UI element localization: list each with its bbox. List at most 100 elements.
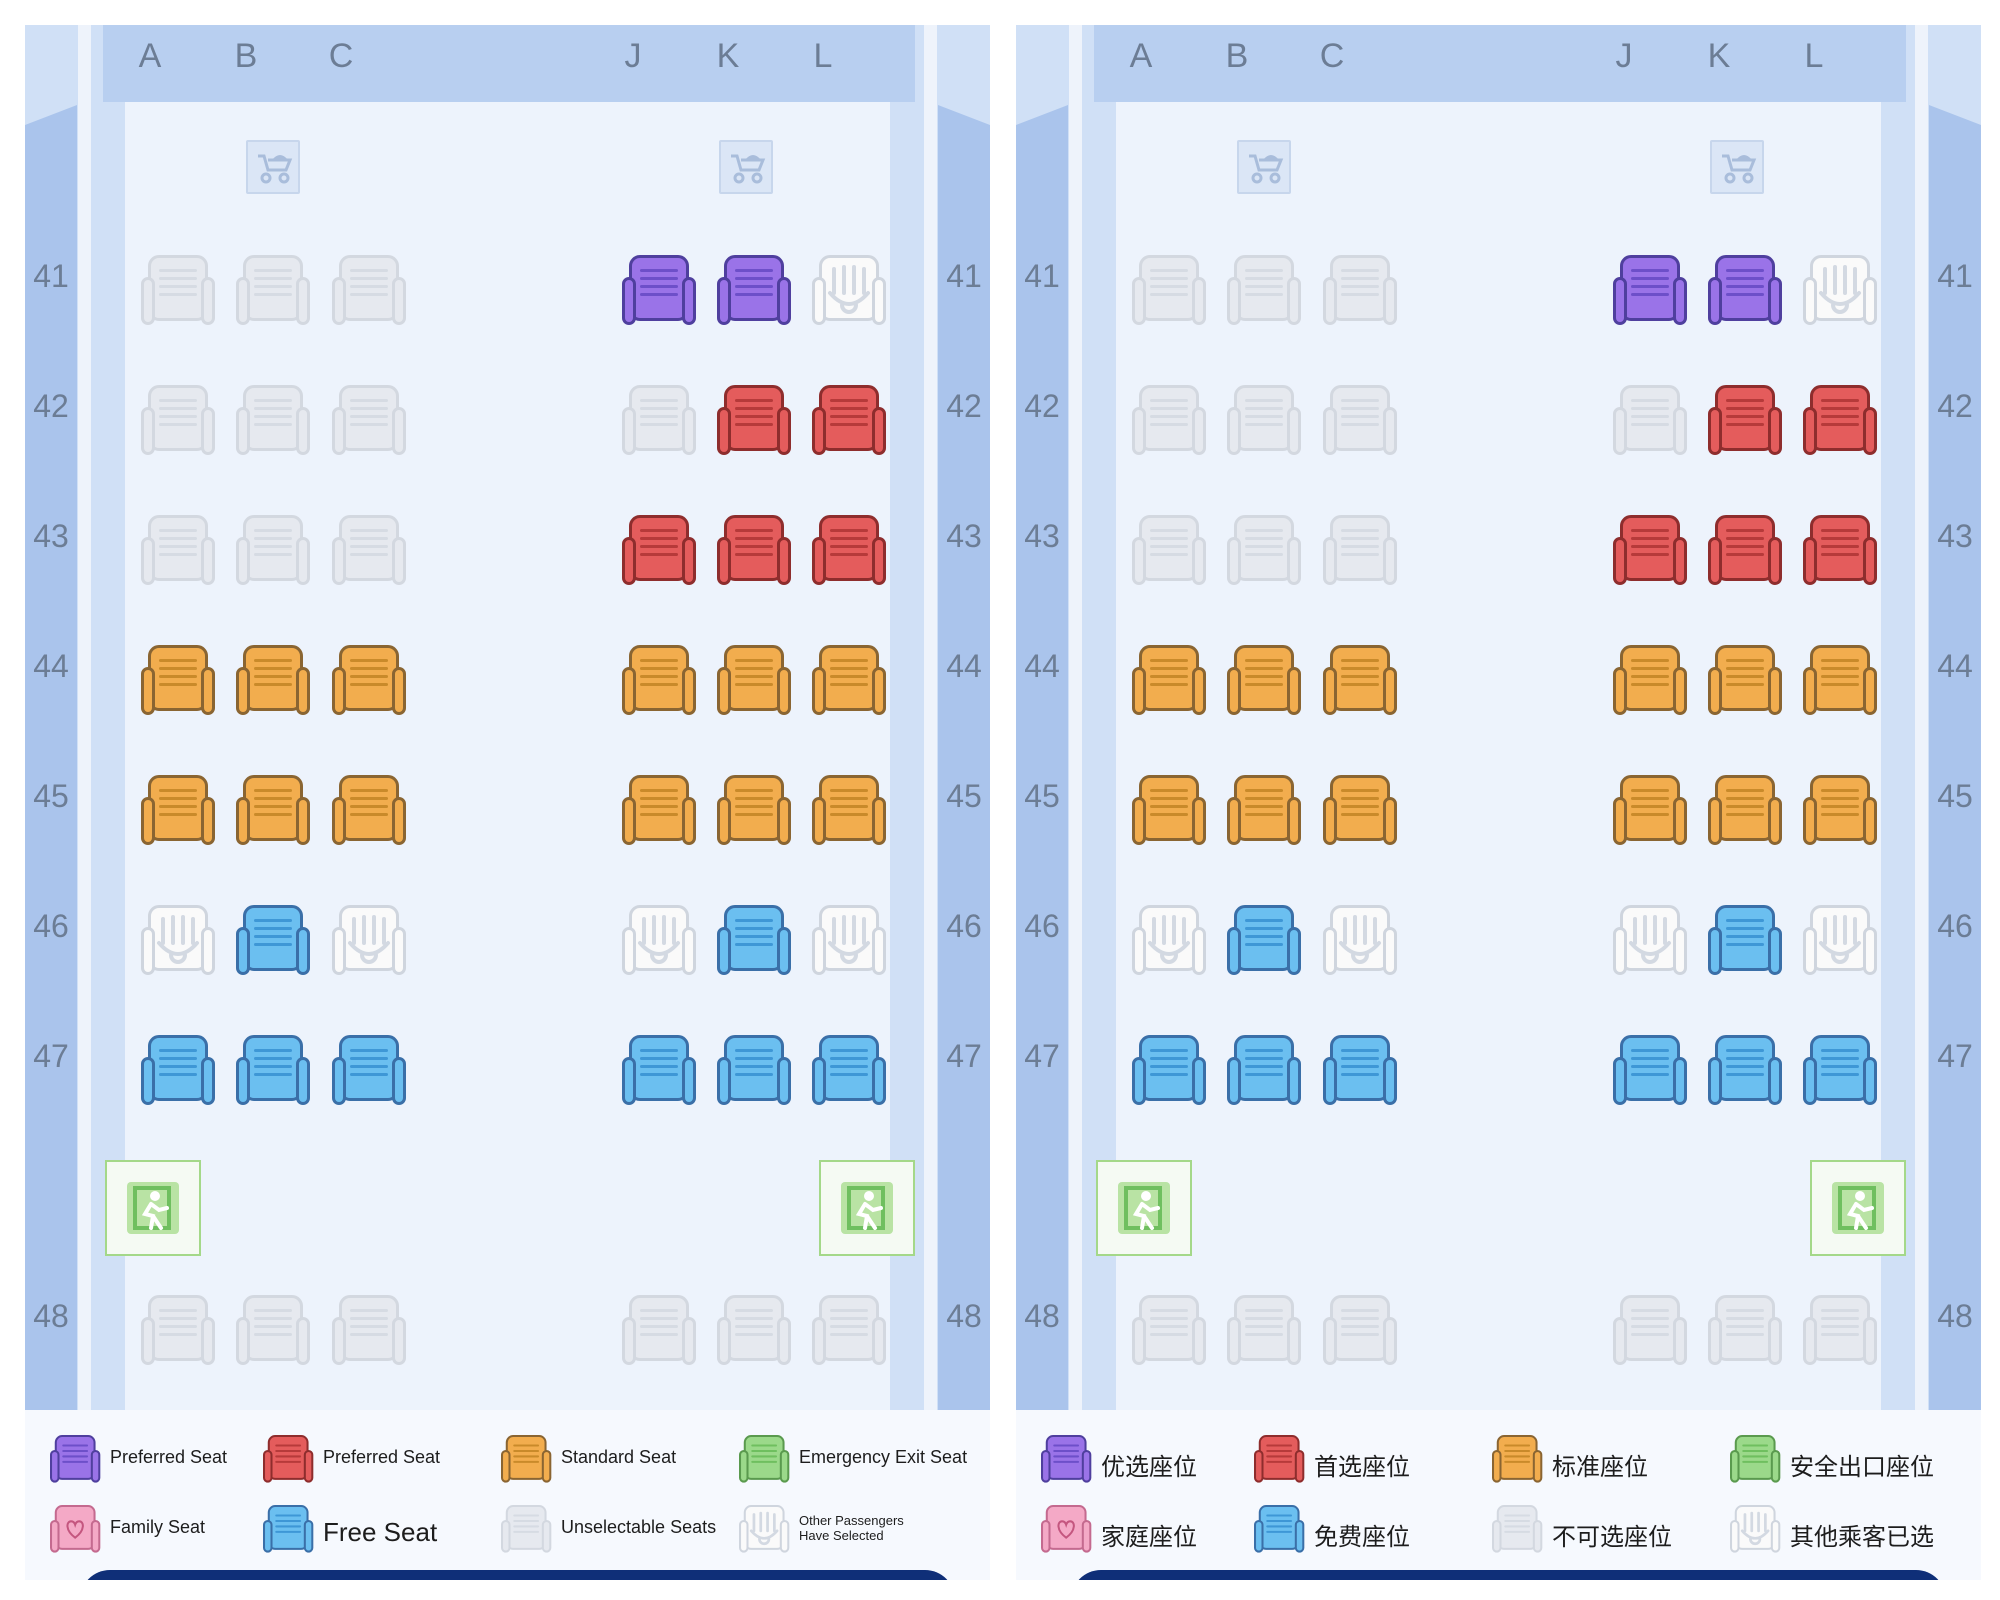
seat-armrest bbox=[682, 537, 696, 585]
seat-armrest bbox=[263, 1519, 273, 1553]
seat-cushion-lines bbox=[735, 529, 773, 565]
seat-44c[interactable] bbox=[1323, 645, 1397, 719]
seat-armrest bbox=[1863, 797, 1877, 845]
seat-45j[interactable] bbox=[1613, 775, 1687, 849]
seat-45b[interactable] bbox=[1227, 775, 1301, 849]
seat-42k[interactable] bbox=[717, 385, 791, 459]
seat-armrest bbox=[1532, 1449, 1543, 1483]
seat-47a[interactable] bbox=[141, 1035, 215, 1109]
legend-label: Family Seat bbox=[110, 1517, 206, 1537]
seat-44l[interactable] bbox=[812, 645, 886, 719]
seat-armrest bbox=[1803, 667, 1817, 715]
seat-47c[interactable] bbox=[1323, 1035, 1397, 1109]
seat-45a[interactable] bbox=[1132, 775, 1206, 849]
seat-armrest bbox=[1613, 667, 1627, 715]
seat-47k[interactable] bbox=[717, 1035, 791, 1109]
seat-43l[interactable] bbox=[812, 515, 886, 589]
seat-48a bbox=[141, 1295, 215, 1369]
row-number-left: 43 bbox=[33, 518, 69, 554]
seat-cushion-lines bbox=[1504, 1514, 1531, 1539]
seat-armrest bbox=[1613, 1317, 1627, 1365]
seat-cushion-lines bbox=[1341, 399, 1379, 435]
seat-cushion-lines bbox=[830, 529, 868, 565]
seat-45c[interactable] bbox=[1323, 775, 1397, 849]
legend-icon-preferred_purple bbox=[50, 1435, 101, 1485]
seat-44b[interactable] bbox=[236, 645, 310, 719]
legend-label: Unselectable Seats bbox=[561, 1517, 717, 1537]
seat-43l[interactable] bbox=[1803, 515, 1877, 589]
seat-44k[interactable] bbox=[1708, 645, 1782, 719]
seat-43j[interactable] bbox=[1613, 515, 1687, 589]
seat-41j[interactable] bbox=[622, 255, 696, 329]
seat-47j[interactable] bbox=[622, 1035, 696, 1109]
occupied-person-icon bbox=[348, 915, 390, 964]
seat-45l[interactable] bbox=[1803, 775, 1877, 849]
seat-46k[interactable] bbox=[1708, 905, 1782, 979]
seat-44j[interactable] bbox=[622, 645, 696, 719]
seat-44j[interactable] bbox=[1613, 645, 1687, 719]
seat-cushion-lines bbox=[1150, 1049, 1188, 1085]
seat-41l bbox=[1803, 255, 1877, 329]
seat-cushion-lines bbox=[830, 1309, 868, 1345]
seat-armrest bbox=[739, 1449, 749, 1483]
row-number-left: 46 bbox=[1024, 908, 1060, 944]
row-number-left: 45 bbox=[33, 778, 69, 814]
seat-42k[interactable] bbox=[1708, 385, 1782, 459]
seat-46b[interactable] bbox=[1227, 905, 1301, 979]
seat-armrest bbox=[201, 537, 215, 585]
seat-47l[interactable] bbox=[812, 1035, 886, 1109]
seat-47c[interactable] bbox=[332, 1035, 406, 1109]
seat-45k[interactable] bbox=[717, 775, 791, 849]
seat-armrest bbox=[1673, 407, 1687, 455]
seat-44c[interactable] bbox=[332, 645, 406, 719]
seat-44b[interactable] bbox=[1227, 645, 1301, 719]
seat-47b[interactable] bbox=[1227, 1035, 1301, 1109]
seat-45a[interactable] bbox=[141, 775, 215, 849]
seat-41j[interactable] bbox=[1613, 255, 1687, 329]
seat-44k[interactable] bbox=[717, 645, 791, 719]
seat-43j[interactable] bbox=[622, 515, 696, 589]
seat-44a[interactable] bbox=[141, 645, 215, 719]
seat-47l[interactable] bbox=[1803, 1035, 1877, 1109]
seat-45k[interactable] bbox=[1708, 775, 1782, 849]
seat-41k[interactable] bbox=[1708, 255, 1782, 329]
seat-cushion-lines bbox=[1631, 1049, 1669, 1085]
seat-cushion-lines bbox=[830, 659, 868, 695]
row-number-left: 48 bbox=[33, 1298, 69, 1334]
seat-armrest bbox=[296, 667, 310, 715]
seat-armrest bbox=[141, 277, 155, 325]
seat-cushion-lines bbox=[254, 659, 292, 695]
seat-armrest bbox=[1227, 1317, 1241, 1365]
seat-48c bbox=[1323, 1295, 1397, 1369]
seat-41l bbox=[812, 255, 886, 329]
seat-44a[interactable] bbox=[1132, 645, 1206, 719]
seat-45b[interactable] bbox=[236, 775, 310, 849]
seat-42l[interactable] bbox=[1803, 385, 1877, 459]
seat-45c[interactable] bbox=[332, 775, 406, 849]
seat-armrest bbox=[1708, 537, 1722, 585]
seat-46b[interactable] bbox=[236, 905, 310, 979]
seat-45l[interactable] bbox=[812, 775, 886, 849]
seat-cushion-lines bbox=[1726, 1309, 1764, 1345]
seat-armrest bbox=[1673, 667, 1687, 715]
seat-43c bbox=[332, 515, 406, 589]
seat-42l[interactable] bbox=[812, 385, 886, 459]
seat-43k[interactable] bbox=[717, 515, 791, 589]
seat-43k[interactable] bbox=[1708, 515, 1782, 589]
seat-41k[interactable] bbox=[717, 255, 791, 329]
seat-47b[interactable] bbox=[236, 1035, 310, 1109]
seat-47j[interactable] bbox=[1613, 1035, 1687, 1109]
seat-cushion-lines bbox=[1631, 269, 1669, 305]
seat-44l[interactable] bbox=[1803, 645, 1877, 719]
seat-46k[interactable] bbox=[717, 905, 791, 979]
seat-47a[interactable] bbox=[1132, 1035, 1206, 1109]
seat-47k[interactable] bbox=[1708, 1035, 1782, 1109]
seat-armrest bbox=[777, 537, 791, 585]
seat-armrest bbox=[1227, 277, 1241, 325]
seat-armrest bbox=[1287, 927, 1301, 975]
seat-armrest bbox=[717, 1057, 731, 1105]
seat-armrest bbox=[201, 1317, 215, 1365]
seat-45j[interactable] bbox=[622, 775, 696, 849]
seat-armrest bbox=[332, 537, 346, 585]
seat-armrest bbox=[622, 667, 636, 715]
